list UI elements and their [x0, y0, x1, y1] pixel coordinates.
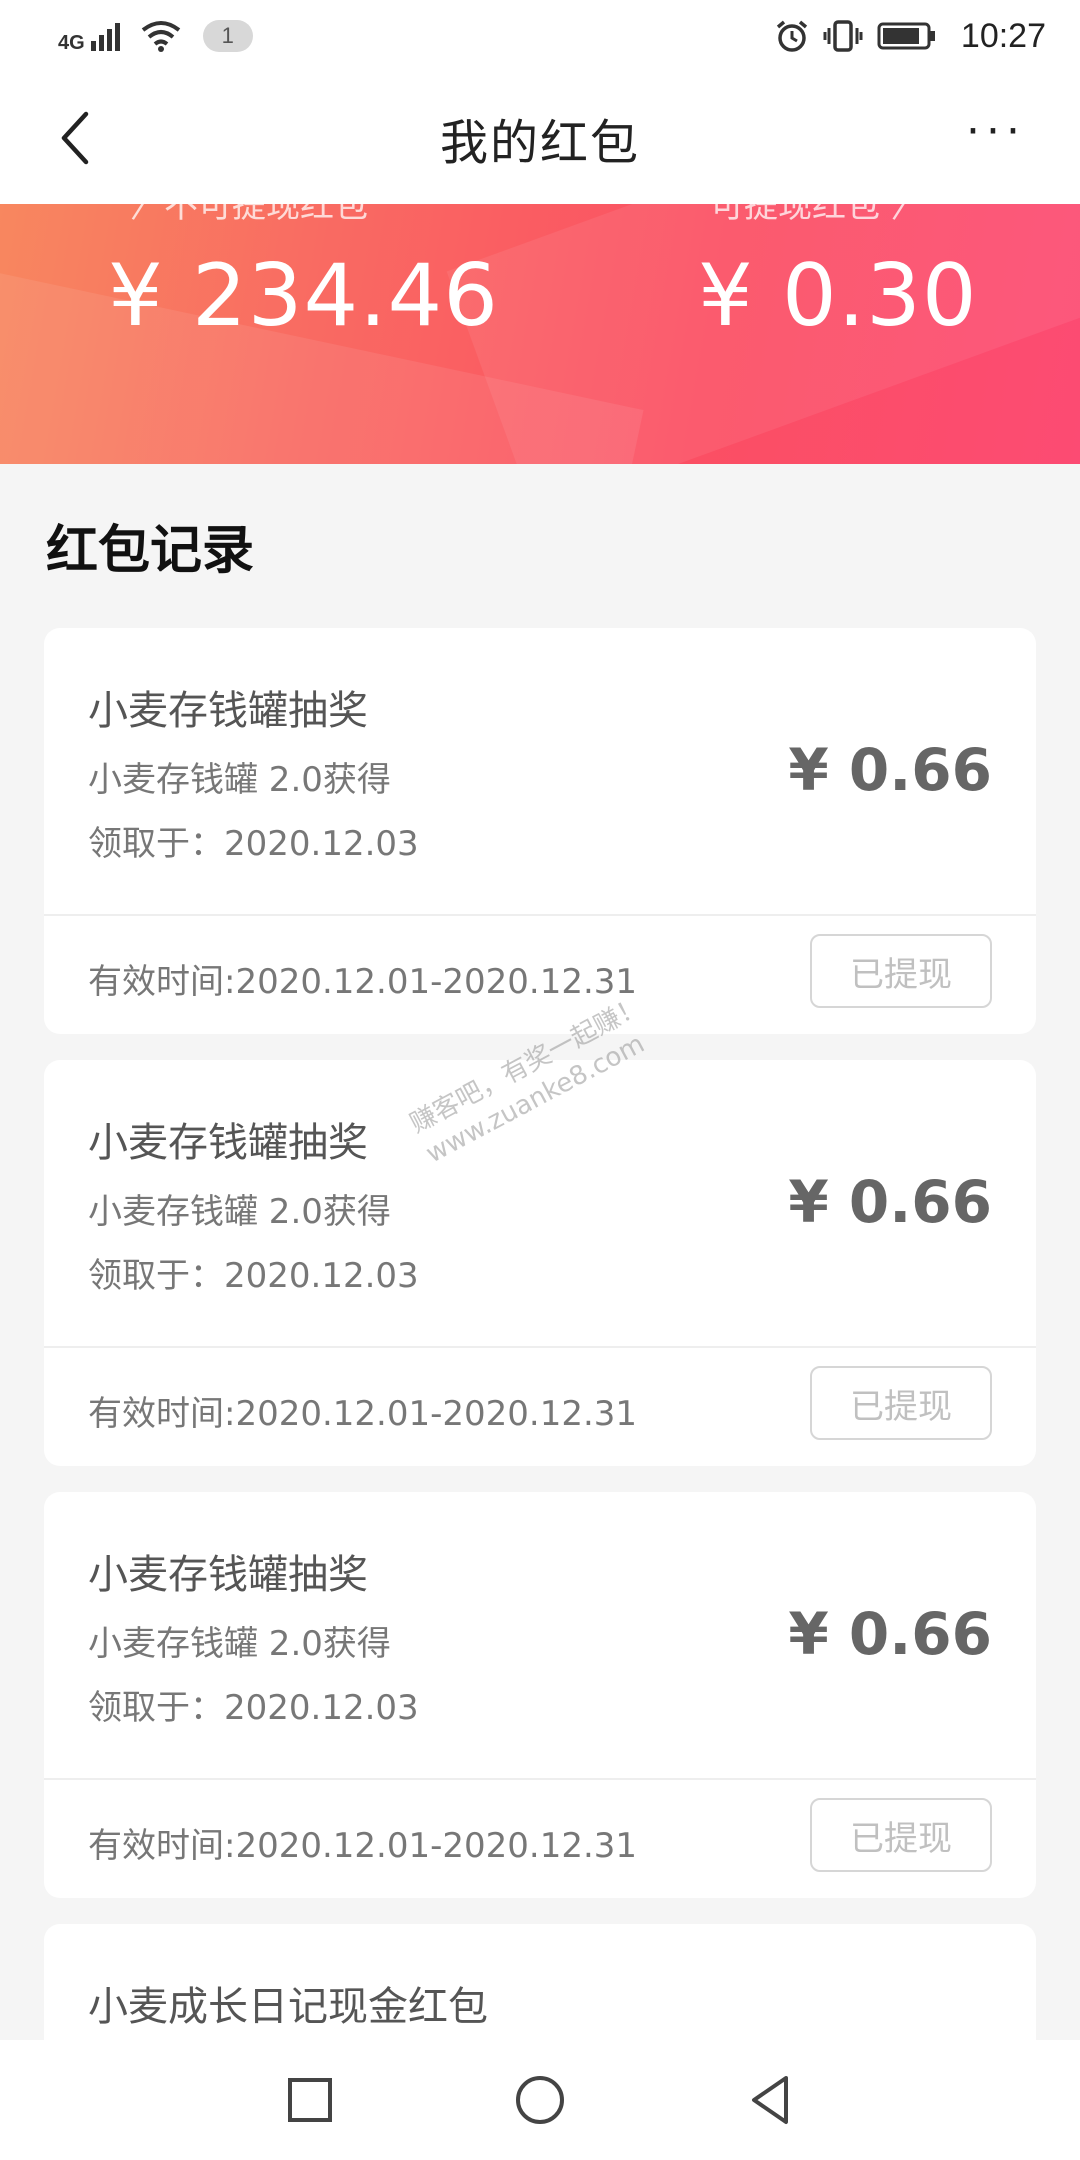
claim-label: 领取于： — [88, 824, 224, 864]
notification-badge: 1 — [202, 20, 253, 52]
status-bar: 4G 1 10:27 — [0, 0, 1080, 72]
record-validity: 有效时间:2020.12.01-2020.12.31 — [88, 962, 638, 1002]
record-claim-date: 领取于：2020.12.03 — [88, 1248, 419, 1297]
claim-date: 2020.12.03 — [224, 824, 419, 864]
record-title: 小麦存钱罐抽奖 — [88, 688, 368, 734]
non-withdrawable-amount: ¥ 234.46 — [108, 246, 499, 346]
system-back-button[interactable] — [740, 2070, 800, 2130]
red-packet-record: 小麦存钱罐抽奖 小麦存钱罐 2.0获得 领取于：2020.12.03 ¥ 0.6… — [44, 628, 1036, 1034]
record-amount: ¥ 0.66 — [788, 1600, 992, 1668]
wifi-icon — [141, 21, 180, 52]
claim-label: 领取于： — [88, 1688, 224, 1728]
record-validity: 有效时间:2020.12.01-2020.12.31 — [88, 1826, 638, 1866]
clock: 10:27 — [960, 16, 1046, 55]
triangle-back-icon — [752, 2076, 788, 2124]
battery-icon — [877, 22, 935, 50]
alarm-icon — [776, 20, 808, 52]
withdrawn-status-button[interactable]: 已提现 — [810, 1366, 992, 1440]
record-claim-date: 领取于：2020.12.03 — [88, 816, 419, 865]
circle-icon — [516, 2076, 564, 2124]
square-icon — [288, 2078, 332, 2122]
record-amount: ¥ 0.66 — [788, 1168, 992, 1236]
withdrawable-amount: ¥ 0.30 — [698, 246, 978, 346]
signal-icon — [90, 23, 120, 51]
record-title: 小麦存钱罐抽奖 — [88, 1120, 368, 1166]
more-options-button[interactable]: ··· — [956, 102, 1036, 172]
record-title: 小麦成长日记现金红包 — [88, 1984, 488, 2030]
recents-button[interactable] — [280, 2070, 340, 2130]
record-source: 小麦存钱罐 2.0获得 — [88, 760, 391, 800]
record-amount: ¥ 0.66 — [788, 736, 992, 804]
claim-date: 2020.12.03 — [224, 1256, 419, 1296]
status-left: 4G 1 — [58, 18, 253, 55]
red-packet-record: 小麦存钱罐抽奖 小麦存钱罐 2.0获得 领取于：2020.12.03 ¥ 0.6… — [44, 1060, 1036, 1466]
withdrawn-status-button[interactable]: 已提现 — [810, 1798, 992, 1872]
system-nav-bar — [0, 2040, 1080, 2160]
non-withdrawable-label: 〉不可提现红包 — [130, 204, 368, 226]
chevron-left-icon — [61, 111, 89, 165]
claim-date: 2020.12.03 — [224, 1688, 419, 1728]
page-title: 我的红包 — [439, 115, 640, 171]
app-header: 我的红包 ··· — [0, 72, 1080, 204]
record-source: 小麦存钱罐 2.0获得 — [88, 1192, 391, 1232]
claim-label: 领取于： — [88, 1256, 224, 1296]
records-section-title: 红包记录 — [46, 521, 255, 581]
back-button[interactable] — [50, 108, 110, 168]
vibrate-icon — [823, 20, 863, 52]
home-button[interactable] — [510, 2070, 570, 2130]
withdrawable-label: 可提现红包 〉 — [710, 204, 925, 226]
balance-banner: 〉不可提现红包 ¥ 234.46 可提现红包 〉 ¥ 0.30 — [0, 204, 1080, 464]
record-source: 小麦存钱罐 2.0获得 — [88, 1624, 391, 1664]
network-type: 4G — [58, 31, 85, 54]
record-title: 小麦存钱罐抽奖 — [88, 1552, 368, 1598]
record-claim-date: 领取于：2020.12.03 — [88, 1680, 419, 1729]
withdrawn-status-button[interactable]: 已提现 — [810, 934, 992, 1008]
red-packet-record: 小麦存钱罐抽奖 小麦存钱罐 2.0获得 领取于：2020.12.03 ¥ 0.6… — [44, 1492, 1036, 1898]
record-validity: 有效时间:2020.12.01-2020.12.31 — [88, 1394, 638, 1434]
status-right: 10:27 — [775, 17, 1046, 56]
